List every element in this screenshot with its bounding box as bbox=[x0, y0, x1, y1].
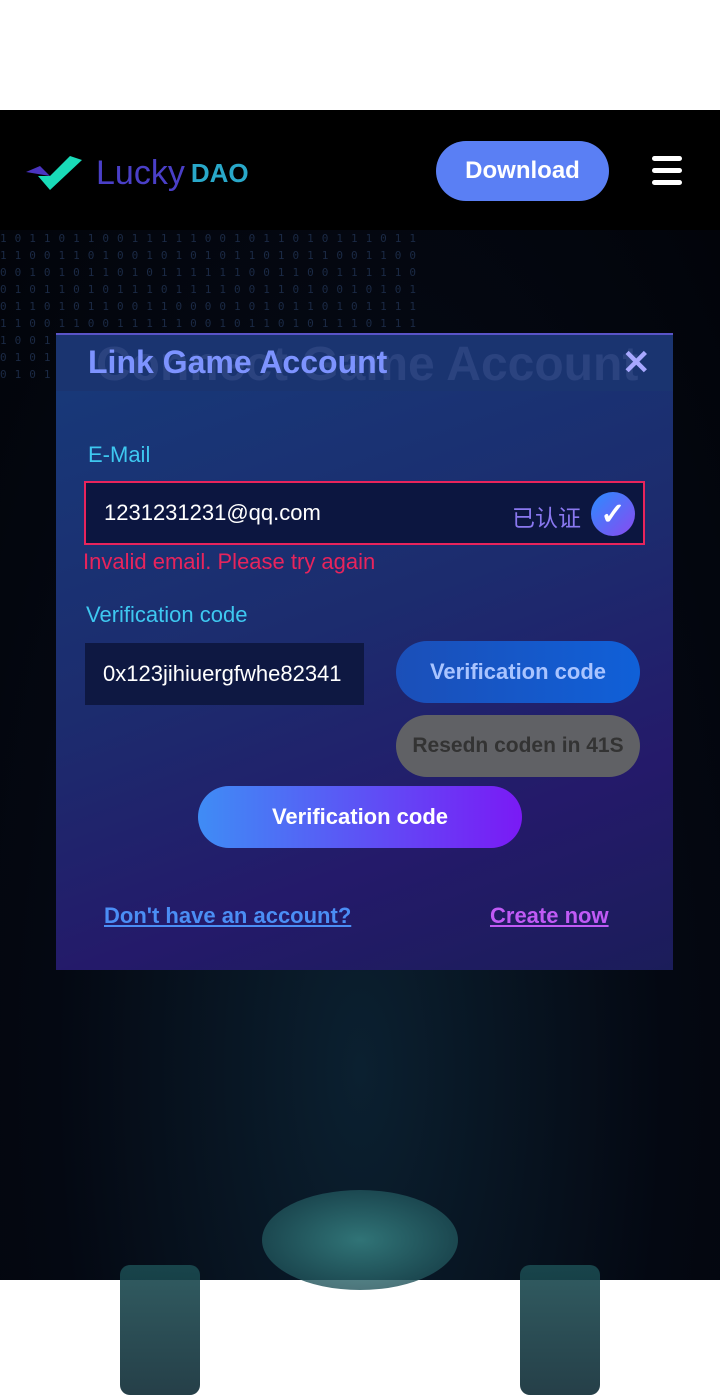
logo[interactable]: Lucky DAO bbox=[26, 154, 249, 193]
logo-text: Lucky bbox=[96, 154, 185, 192]
verified-check-icon: ✓ bbox=[591, 492, 635, 536]
link-account-modal: Connect Game Account Link Game Account ✕… bbox=[56, 333, 673, 970]
status-area bbox=[0, 0, 720, 110]
modal-title: Link Game Account bbox=[88, 344, 388, 380]
verification-code-input[interactable]: 0x123jihiuergfwhe82341 bbox=[85, 643, 364, 705]
no-account-link[interactable]: Don't have an account? bbox=[104, 903, 351, 929]
email-error: Invalid email. Please try again bbox=[83, 549, 376, 574]
logo-suffix: DAO bbox=[190, 158, 249, 188]
platform-decoration bbox=[262, 1190, 458, 1290]
close-icon[interactable]: ✕ bbox=[622, 343, 651, 383]
email-value: 1231231231@qq.com bbox=[104, 500, 321, 525]
download-button[interactable]: Download bbox=[436, 141, 609, 201]
code-label: Verification code bbox=[86, 602, 248, 627]
send-code-button[interactable]: Verification code bbox=[396, 641, 640, 703]
hamburger-icon[interactable] bbox=[652, 156, 682, 186]
shield-icon bbox=[120, 1265, 200, 1395]
email-label: E-Mail bbox=[88, 442, 151, 467]
modal-titlebar: Connect Game Account Link Game Account ✕ bbox=[56, 335, 673, 391]
verified-text: 已认证 bbox=[512, 505, 581, 531]
resend-code-button[interactable]: Resedn coden in 41S bbox=[396, 715, 640, 777]
dollar-coin-icon bbox=[520, 1265, 600, 1395]
site-header: Lucky DAO Download bbox=[0, 110, 720, 230]
create-now-link[interactable]: Create now bbox=[490, 903, 609, 929]
submit-button[interactable]: Verification code bbox=[198, 786, 522, 848]
email-field[interactable]: 1231231231@qq.com 已认证 ✓ bbox=[84, 481, 645, 545]
logo-check-icon bbox=[26, 155, 82, 190]
